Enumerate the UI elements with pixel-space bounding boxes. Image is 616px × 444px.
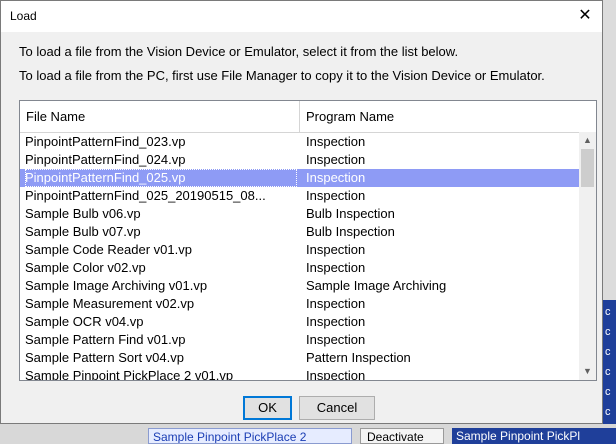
program-name-cell: Inspection	[306, 188, 366, 203]
table-row[interactable]: Sample Bulb v06.vp Bulb Inspection	[20, 205, 580, 223]
background-letter: c	[605, 366, 611, 378]
program-name-cell: Inspection	[306, 296, 366, 311]
background-letter: c	[605, 346, 611, 358]
scroll-up-arrow-icon[interactable]: ▲	[579, 132, 596, 149]
program-name-cell: Inspection	[306, 242, 366, 257]
dialog-title: Load	[10, 9, 37, 23]
file-name-cell: Sample Pinpoint PickPlace 2 v01.vp	[25, 368, 234, 381]
dialog-titlebar: Load ✕	[1, 1, 602, 32]
file-name-cell: PinpointPatternFind_024.vp	[25, 152, 186, 167]
file-table[interactable]: File Name Program Name PinpointPatternFi…	[19, 100, 597, 381]
background-letter: c	[605, 406, 611, 418]
table-row[interactable]: Sample OCR v04.vp Inspection	[20, 313, 580, 331]
table-row[interactable]: Sample Image Archiving v01.vp Sample Imag…	[20, 277, 580, 295]
table-row[interactable]: Sample Bulb v07.vp Bulb Inspection	[20, 223, 580, 241]
table-row[interactable]: PinpointPatternFind_023.vp Inspection	[20, 133, 580, 151]
program-name-cell: Bulb Inspection	[306, 224, 395, 239]
program-name-cell: Sample Image Archiving	[306, 278, 447, 293]
file-name-cell: Sample Measurement v02.vp	[25, 296, 195, 311]
table-row[interactable]: Sample Pinpoint PickPlace 2 v01.vp Inspec…	[20, 367, 580, 381]
background-deactivate-button: Deactivate	[360, 428, 444, 444]
close-icon[interactable]: ✕	[574, 5, 596, 27]
program-name-cell: Inspection	[306, 314, 366, 329]
cancel-button[interactable]: Cancel	[299, 396, 375, 420]
background-bottom-strip: Sample Pinpoint PickPlace 2 Deactivate S…	[0, 424, 616, 444]
table-row[interactable]: PinpointPatternFind_025.vp Inspection	[20, 169, 580, 187]
ok-button[interactable]: OK	[243, 396, 292, 420]
program-name-cell: Inspection	[306, 368, 366, 381]
file-name-cell: PinpointPatternFind_025_20190515_08...	[25, 188, 266, 203]
program-name-cell: Inspection	[306, 134, 366, 149]
file-name-cell: Sample OCR v04.vp	[25, 314, 144, 329]
background-letter: c	[605, 326, 611, 338]
background-letter: c	[605, 306, 611, 318]
background-program-item: Sample Pinpoint PickPl	[452, 428, 616, 444]
background-letter: c	[605, 386, 611, 398]
background-right-panel: c c c c c c c	[603, 0, 616, 444]
file-name-cell: Sample Pattern Find v01.vp	[25, 332, 186, 347]
instruction-pc: To load a file from the PC, first use Fi…	[19, 68, 545, 83]
background-program-link: Sample Pinpoint PickPlace 2	[148, 428, 352, 444]
file-name-cell: Sample Pattern Sort v04.vp	[25, 350, 184, 365]
instruction-device: To load a file from the Vision Device or…	[19, 44, 459, 59]
file-name-cell: PinpointPatternFind_023.vp	[25, 134, 186, 149]
file-name-cell: Sample Bulb v06.vp	[25, 206, 141, 221]
program-name-cell: Bulb Inspection	[306, 206, 395, 221]
file-name-cell: PinpointPatternFind_025.vp	[25, 169, 297, 187]
scroll-down-arrow-icon[interactable]: ▼	[579, 363, 596, 380]
table-row[interactable]: Sample Pattern Sort v04.vp Pattern Inspec…	[20, 349, 580, 367]
column-header-file-name[interactable]: File Name	[20, 101, 300, 132]
table-rows: PinpointPatternFind_023.vp Inspection Pinp…	[20, 133, 580, 381]
program-name-cell: Inspection	[306, 260, 366, 275]
table-header: File Name Program Name	[20, 101, 580, 133]
file-name-cell: Sample Code Reader v01.vp	[25, 242, 192, 257]
table-row[interactable]: PinpointPatternFind_025_20190515_08... In…	[20, 187, 580, 205]
file-name-cell: Sample Color v02.vp	[25, 260, 146, 275]
program-name-cell: Inspection	[306, 332, 366, 347]
scrollbar-thumb[interactable]	[581, 149, 594, 187]
table-row[interactable]: Sample Measurement v02.vp Inspection	[20, 295, 580, 313]
vertical-scrollbar[interactable]: ▲ ▼	[579, 132, 596, 380]
table-row[interactable]: Sample Code Reader v01.vp Inspection	[20, 241, 580, 259]
file-name-cell: Sample Bulb v07.vp	[25, 224, 141, 239]
table-row[interactable]: PinpointPatternFind_024.vp Inspection	[20, 151, 580, 169]
program-name-cell: Inspection	[306, 152, 366, 167]
background-blue-list: c c c c c c c	[603, 300, 616, 444]
program-name-cell: Inspection	[306, 170, 366, 185]
load-dialog: Load ✕ To load a file from the Vision De…	[0, 0, 603, 424]
column-header-program-name[interactable]: Program Name	[300, 101, 580, 132]
table-row[interactable]: Sample Color v02.vp Inspection	[20, 259, 580, 277]
table-row[interactable]: Sample Pattern Find v01.vp Inspection	[20, 331, 580, 349]
program-name-cell: Pattern Inspection	[306, 350, 411, 365]
file-name-cell: Sample Image Archiving v01.vp	[25, 278, 208, 293]
